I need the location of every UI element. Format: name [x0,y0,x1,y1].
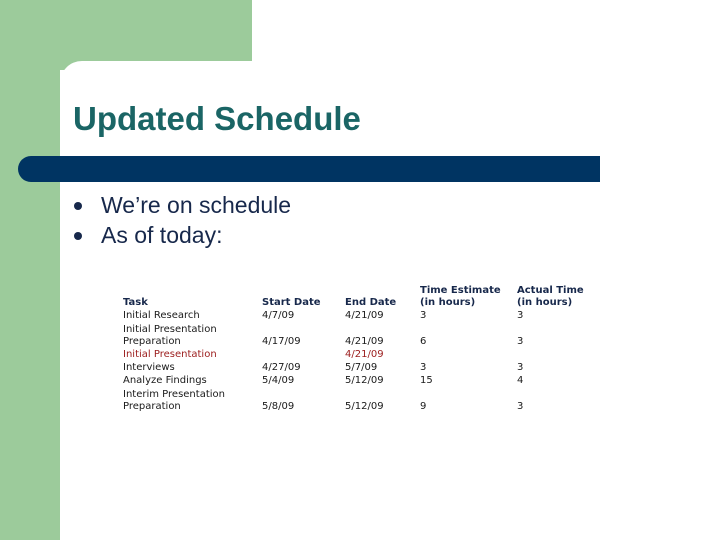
cell-start-date: 5/8/09 [262,401,295,412]
cell-end-date-highlighted: 4/21/09 [345,349,384,360]
header-end-date: End Date [345,297,397,308]
bullet-dot-icon [74,202,82,210]
bullet-list: We’re on schedule As of today: [72,190,291,250]
cell-actual: 3 [517,336,524,347]
cell-actual: 3 [517,362,524,373]
cell-end-date: 5/7/09 [345,362,378,373]
header-task: Task [123,297,148,308]
cell-start-date: 5/4/09 [262,375,295,386]
bullet-dot-icon [74,232,82,240]
cell-task: Initial Research [123,310,200,321]
bullet-item: We’re on schedule [72,190,291,220]
cell-end-date: 4/21/09 [345,336,384,347]
cell-end-date: 5/12/09 [345,401,384,412]
header-start-date: Start Date [262,297,321,308]
cell-start-date: 4/27/09 [262,362,301,373]
cell-end-date: 5/12/09 [345,375,384,386]
cell-task-cont: Preparation [123,336,181,347]
cell-task-cont: Preparation [123,401,181,412]
cell-task-highlighted: Initial Presentation [123,349,217,360]
cell-task: Interviews [123,362,175,373]
cell-start-date: 4/17/09 [262,336,301,347]
cell-start-date: 4/7/09 [262,310,295,321]
cell-end-date: 4/21/09 [345,310,384,321]
cell-estimate: 6 [420,336,427,347]
header-time-estimate-unit: (in hours) [420,297,476,308]
cell-estimate: 3 [420,310,427,321]
title-divider-bar [18,156,600,182]
cell-estimate: 9 [420,401,427,412]
bullet-text: We’re on schedule [101,192,292,218]
bullet-text: As of today: [101,222,223,248]
bullet-item: As of today: [72,220,291,250]
green-accent-left [0,0,60,540]
slide-title: Updated Schedule [73,100,361,137]
header-actual-time-unit: (in hours) [517,297,573,308]
cell-estimate: 15 [420,375,433,386]
cell-task: Analyze Findings [123,375,207,386]
cell-estimate: 3 [420,362,427,373]
cell-actual: 3 [517,401,524,412]
cell-actual: 3 [517,310,524,321]
cell-actual: 4 [517,375,524,386]
